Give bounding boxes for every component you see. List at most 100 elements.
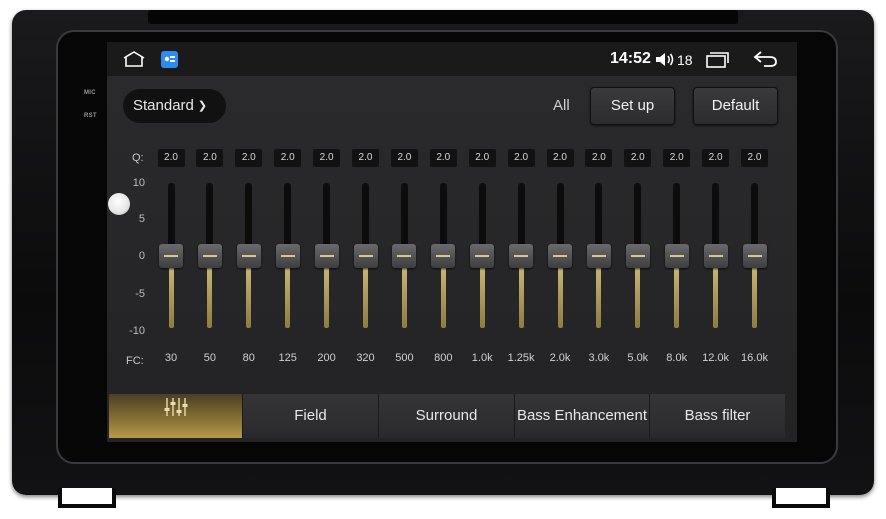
slider-fill	[713, 264, 719, 328]
q-value[interactable]: 2.0	[663, 149, 691, 167]
slider-thumb[interactable]	[392, 244, 417, 268]
slider-track	[634, 183, 642, 253]
slider-track	[284, 183, 292, 253]
all-label[interactable]: All	[553, 97, 570, 114]
slider-track	[245, 183, 253, 253]
tab-surround[interactable]: Surround	[379, 394, 515, 438]
preset-value: Standard	[133, 97, 194, 114]
chevron-down-icon: ❯	[197, 100, 208, 113]
slider-fill	[557, 264, 563, 328]
thumb-grip	[397, 255, 412, 257]
tab-equalizer[interactable]	[109, 394, 243, 438]
frequency-label: 1.0k	[471, 352, 493, 364]
q-value[interactable]: 2.0	[741, 149, 768, 167]
clock: 14:52	[610, 50, 651, 67]
default-button[interactable]: Default	[693, 87, 778, 125]
slider-thumb[interactable]	[159, 244, 183, 268]
q-value[interactable]: 2.0	[274, 149, 302, 167]
slider-fill	[207, 264, 213, 328]
setup-button[interactable]: Set up	[590, 87, 675, 125]
app-badge-icon[interactable]	[161, 51, 178, 73]
slider-thumb[interactable]	[586, 244, 611, 268]
slider-track	[712, 183, 720, 253]
slider-fill	[518, 264, 524, 328]
frequency-label: 30	[164, 352, 178, 364]
slider-thumb[interactable]	[197, 244, 222, 268]
slider-fill	[324, 264, 330, 328]
q-value[interactable]: 2.0	[313, 149, 341, 167]
q-value[interactable]: 2.0	[352, 149, 379, 167]
gain-scale-label: -10	[129, 325, 145, 337]
q-value[interactable]: 2.0	[196, 149, 224, 167]
slider-thumb[interactable]	[548, 244, 572, 268]
slider-track	[673, 183, 681, 253]
slider-thumb[interactable]	[314, 244, 339, 268]
thumb-grip	[630, 255, 645, 257]
slider-track	[167, 183, 175, 253]
equalizer-panel: Standard ❯ All Set up Default Q: 10 5 0 -5 -1…	[107, 76, 797, 442]
slider-thumb[interactable]	[625, 244, 650, 268]
slider-fill	[401, 264, 407, 328]
slider-thumb[interactable]	[236, 244, 261, 268]
volume-knob[interactable]	[108, 193, 130, 215]
slider-fill	[285, 264, 291, 328]
slider-track	[595, 183, 603, 253]
slider-fill	[752, 264, 757, 328]
slider-fill	[635, 264, 641, 328]
top-trim	[148, 10, 738, 24]
slider-track	[556, 183, 564, 253]
back-icon[interactable]	[752, 50, 778, 73]
slider-thumb[interactable]	[275, 244, 300, 268]
slider-track	[478, 183, 486, 253]
mount-bracket-left	[58, 488, 116, 508]
equalizer-icon	[164, 392, 188, 436]
slider-thumb[interactable]	[509, 244, 534, 268]
tab-bass-enhancement[interactable]: Bass Enhancement	[515, 394, 650, 438]
slider-thumb[interactable]	[664, 244, 689, 268]
volume-level: 18	[677, 52, 693, 68]
slider-fill	[440, 264, 446, 328]
tab-field[interactable]: Field	[243, 394, 379, 438]
slider-thumb[interactable]	[431, 244, 456, 268]
q-value[interactable]: 2.0	[468, 149, 496, 167]
slider-thumb[interactable]	[470, 244, 495, 268]
thumb-grip	[319, 255, 334, 257]
slider-thumb[interactable]	[353, 244, 378, 268]
q-value[interactable]: 2.0	[546, 149, 574, 167]
slider-thumb[interactable]	[703, 244, 728, 268]
slider-track	[400, 183, 408, 253]
recent-apps-icon[interactable]	[705, 51, 729, 73]
thumb-grip	[669, 255, 684, 257]
frequency-label: 80	[242, 352, 255, 364]
gain-scale-label: 10	[132, 177, 145, 189]
slider-fill	[246, 264, 252, 328]
frequency-label: 50	[203, 352, 217, 364]
slider-track	[517, 183, 525, 253]
slider-fill	[674, 264, 680, 328]
thumb-grip	[280, 255, 295, 257]
q-value[interactable]: 2.0	[390, 149, 418, 167]
frequency-label: 5.0k	[627, 352, 649, 364]
slider-fill	[596, 264, 602, 328]
thumb-grip	[241, 255, 256, 257]
home-icon[interactable]	[122, 51, 146, 72]
slider-thumb[interactable]	[742, 244, 767, 268]
preset-dropdown[interactable]: Standard ❯	[123, 89, 226, 123]
q-value[interactable]: 2.0	[429, 149, 457, 167]
q-value[interactable]: 2.0	[624, 149, 652, 167]
volume-icon[interactable]	[655, 51, 675, 73]
q-value[interactable]: 2.0	[507, 149, 535, 167]
q-value[interactable]: 2.0	[585, 149, 613, 167]
q-value[interactable]: 2.0	[157, 149, 185, 167]
screen: 14:52 18 Standard ❯ All Set up Default Q:…	[107, 42, 797, 442]
gain-scale-label: 5	[138, 213, 145, 225]
thumb-grip	[358, 255, 373, 257]
frequency-label: 8.0k	[666, 352, 688, 364]
q-value[interactable]: 2.0	[235, 149, 263, 167]
tab-bass-filter[interactable]: Bass filter	[650, 394, 785, 438]
frequency-label: 12.0k	[702, 352, 730, 364]
frequency-label: 3.0k	[588, 352, 610, 364]
q-value[interactable]: 2.0	[702, 149, 730, 167]
frequency-label: 16.0k	[741, 352, 768, 364]
frequency-label: 2.0k	[549, 352, 571, 364]
